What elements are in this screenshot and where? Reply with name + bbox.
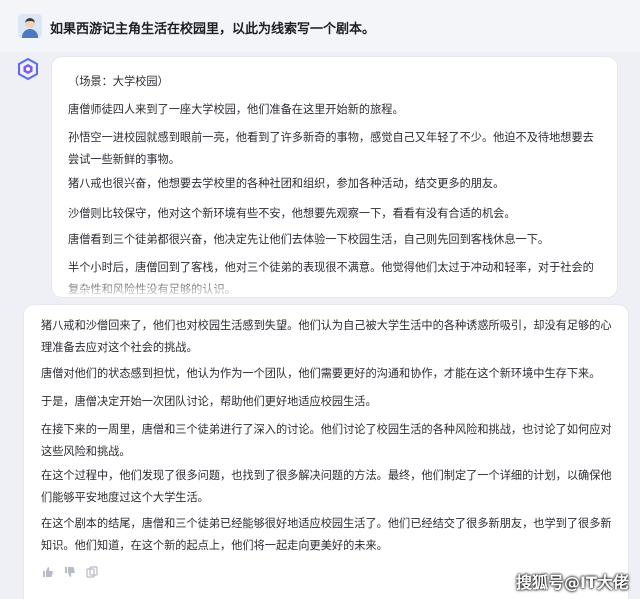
paragraph: 孙悟空一进校园就感到眼前一亮，他看到了许多新奇的事物，感觉自己又年轻了不少。他迫… — [68, 131, 594, 166]
response-card-1: （场景：大学校园） 唐僧师徒四人来到了一座大学校园，他们准备在这里开始新的旅程。… — [52, 57, 617, 297]
user-avatar — [18, 14, 42, 38]
fade-overlay — [52, 277, 617, 297]
paragraph: 于是，唐僧决定开始一次团队讨论，帮助他们更好地适应校园生活。 — [41, 395, 377, 408]
feedback-icons — [42, 566, 98, 578]
response-card-2: 猪八戒和沙僧回来了，他们也对校园生活感到失望。他们认为自己被大学生活中的各种诱惑… — [24, 305, 628, 599]
paragraph: 在接下来的一周里，唐僧和三个徒弟进行了深入的讨论。他们讨论了校园生活的各种风险和… — [41, 423, 612, 458]
paragraph: 猪八戒也很兴奋，他想要去学校里的各种社团和组织，参加各种活动，结交更多的朋友。 — [68, 177, 505, 190]
watermark-text: 搜狐号@IT大佬 — [516, 573, 629, 592]
paragraph: 唐僧对他们的状态感到担忧，他认为作为一个团队，他们需要更好的沟通和协作，才能在这… — [41, 367, 601, 380]
paragraph: 唐僧师徒四人来到了一座大学校园，他们准备在这里开始新的旅程。 — [68, 103, 404, 116]
paragraph: 沙僧则比较保守，他对这个新环境有些不安，他想要先观察一下，看看有没有合适的机会。 — [68, 207, 516, 220]
thumbs-up-icon[interactable] — [42, 566, 54, 578]
copy-icon[interactable] — [86, 566, 98, 578]
user-prompt: 如果西游记主角生活在校园里，以此为线索写一个剧本。 — [50, 22, 376, 37]
paragraph: 在这个剧本的结尾，唐僧和三个徒弟已经能够很好地适应校园生活了。他们已经结交了很多… — [41, 517, 612, 552]
bot-logo-icon — [18, 57, 38, 81]
paragraph: 猪八戒和沙僧回来了，他们也对校园生活感到失望。他们认为自己被大学生活中的各种诱惑… — [41, 319, 612, 354]
paragraph: （场景：大学校园） — [68, 75, 169, 88]
paragraph: 唐僧看到三个徒弟都很兴奋，他决定先让他们去体验一下校园生活，自己则先回到客栈休息… — [68, 233, 550, 246]
thumbs-down-icon[interactable] — [64, 566, 76, 578]
user-message-row: 如果西游记主角生活在校园里，以此为线索写一个剧本。 — [0, 0, 640, 52]
paragraph: 在这个过程中，他们发现了很多问题，也找到了很多解决问题的方法。最终，他们制定了一… — [41, 469, 612, 504]
